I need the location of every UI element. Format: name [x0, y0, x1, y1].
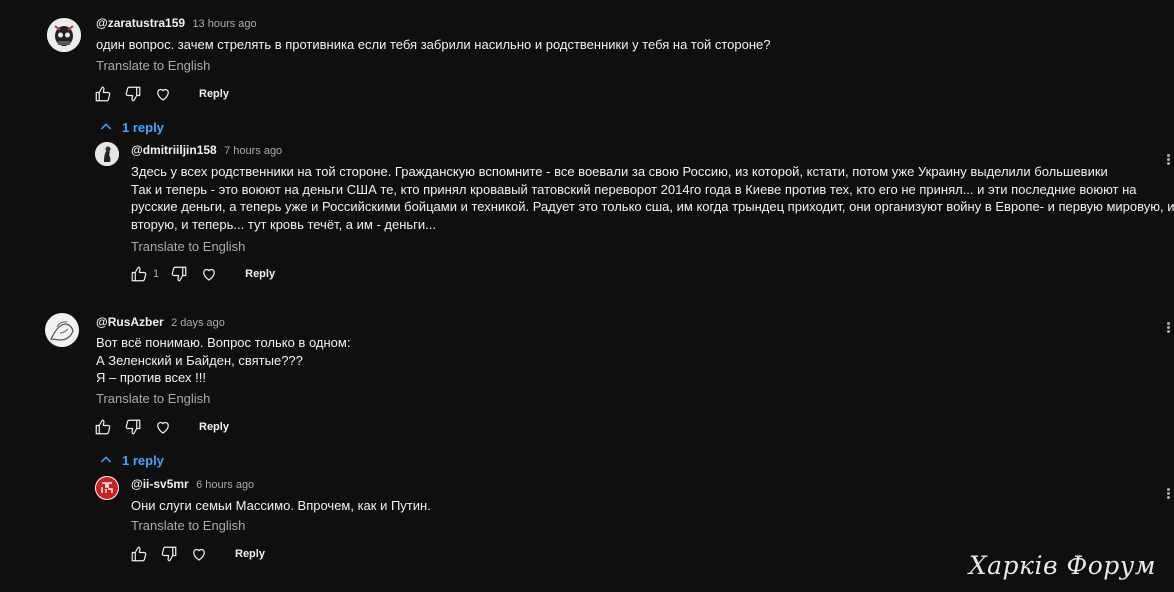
author-name[interactable]: @ii-sv5mr — [131, 477, 189, 491]
comment-actions: Reply — [93, 417, 229, 437]
thumb-up-icon[interactable] — [93, 417, 113, 437]
comment-line: Они слуги семьи Массимо. Впрочем, как и … — [131, 498, 431, 513]
replies-toggle[interactable]: 1 reply — [98, 119, 164, 135]
comment-actions: Reply — [93, 84, 229, 104]
comment-header: @zaratustra159 13 hours ago — [96, 16, 257, 30]
comment-line: вторую, и теперь... тут кровь течёт, а и… — [131, 216, 436, 232]
thumb-down-icon[interactable] — [123, 417, 143, 437]
avatar[interactable] — [95, 142, 119, 166]
timestamp[interactable]: 2 days ago — [171, 317, 225, 329]
heart-icon[interactable] — [189, 544, 209, 564]
thumb-down-icon[interactable] — [169, 264, 189, 284]
comment-header: @RusAzber 2 days ago — [96, 315, 225, 329]
timestamp[interactable]: 6 hours ago — [196, 479, 254, 491]
avatar[interactable] — [47, 18, 81, 52]
heart-icon[interactable] — [199, 264, 219, 284]
comment-line: Так и теперь - это воюют на деньги США т… — [131, 181, 1137, 197]
heart-icon[interactable] — [153, 84, 173, 104]
author-name[interactable]: @dmitriiljin158 — [131, 143, 217, 157]
author-name[interactable]: @zaratustra159 — [96, 16, 185, 30]
thumb-down-icon[interactable] — [159, 544, 179, 564]
replies-count: 1 reply — [122, 119, 164, 135]
comment-line: Я – против всех !!! — [96, 370, 206, 385]
translate-link[interactable]: Translate to English — [131, 518, 245, 533]
comment-line: один вопрос. зачем стрелять в противника… — [96, 37, 771, 52]
watermark: Харків Форум — [968, 551, 1156, 580]
more-vert-icon[interactable] — [1166, 487, 1172, 501]
chevron-up-icon — [100, 456, 112, 463]
more-vert-icon[interactable] — [1166, 321, 1172, 335]
thumb-up-icon[interactable] — [93, 84, 113, 104]
reply-button[interactable]: Reply — [235, 548, 265, 560]
comment-text: Вот всё понимаю. Вопрос только в одном: … — [96, 334, 350, 387]
comment-text: Они слуги семьи Массимо. Впрочем, как и … — [131, 497, 431, 515]
thumb-up-icon[interactable] — [129, 264, 149, 284]
comment-header: @dmitriiljin158 7 hours ago — [131, 143, 282, 157]
timestamp[interactable]: 7 hours ago — [224, 145, 282, 157]
heart-icon[interactable] — [153, 417, 173, 437]
thumb-down-icon[interactable] — [123, 84, 143, 104]
thumb-up-icon[interactable] — [129, 544, 149, 564]
comment-line: русские деньги, а теперь уже и Российски… — [131, 199, 1174, 214]
comment-actions: Reply — [129, 544, 265, 564]
replies-count: 1 reply — [122, 452, 164, 468]
translate-link[interactable]: Translate to English — [131, 239, 245, 254]
comment-actions: 1 Reply — [129, 264, 275, 284]
author-name[interactable]: @RusAzber — [96, 315, 164, 329]
comment-text: Здесь у всех родственники на той стороне… — [131, 163, 1174, 233]
avatar[interactable] — [45, 313, 79, 347]
comment-line: Вот всё понимаю. Вопрос только в одном: — [96, 335, 351, 350]
comment-text: один вопрос. зачем стрелять в противника… — [96, 36, 770, 54]
chevron-up-icon — [100, 123, 112, 130]
comment-header: @ii-sv5mr 6 hours ago — [131, 477, 254, 491]
translate-link[interactable]: Translate to English — [96, 391, 210, 406]
comment-line: А Зеленский и Байден, святые??? — [96, 352, 303, 368]
reply-button[interactable]: Reply — [199, 421, 229, 433]
like-count: 1 — [153, 268, 160, 280]
comment-line: Здесь у всех родственники на той стороне… — [131, 164, 1108, 179]
avatar[interactable] — [95, 476, 119, 500]
translate-link[interactable]: Translate to English — [96, 58, 210, 73]
replies-toggle[interactable]: 1 reply — [98, 452, 164, 468]
timestamp[interactable]: 13 hours ago — [192, 18, 256, 30]
reply-button[interactable]: Reply — [199, 88, 229, 100]
reply-button[interactable]: Reply — [245, 268, 275, 280]
